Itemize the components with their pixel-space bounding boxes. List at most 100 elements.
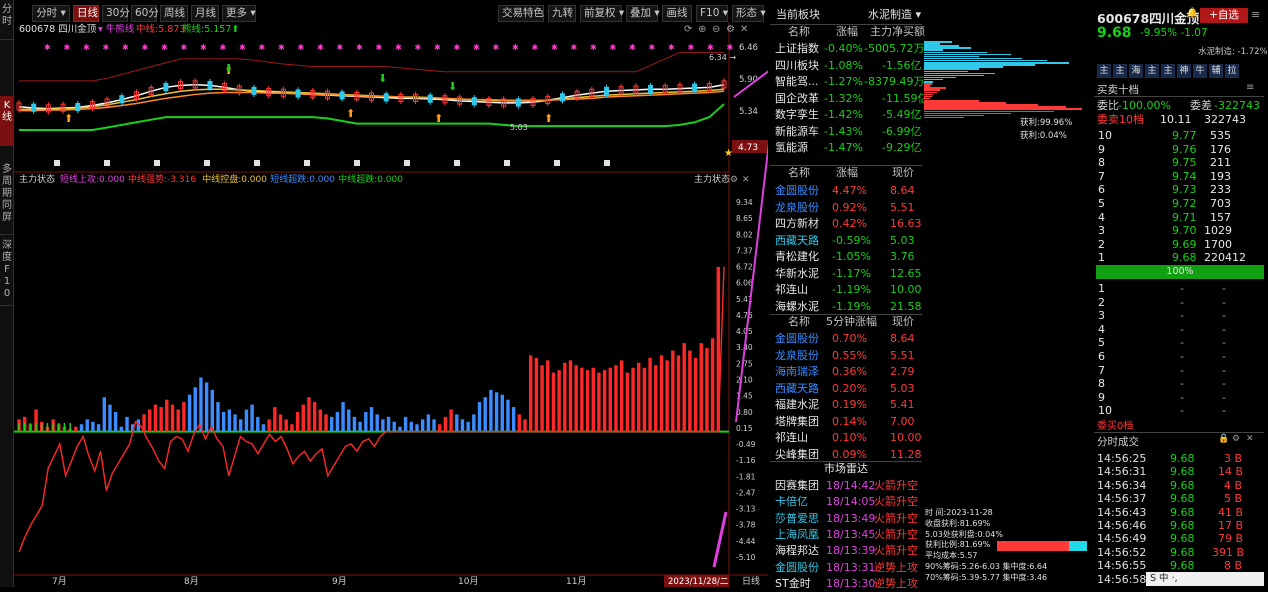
left-tab-0[interactable]: 分时 [0,0,14,40]
list2-row-price: 7.00 [890,414,915,428]
feature-tag-0[interactable]: 主 [1097,64,1111,78]
list2-row-pct: 0.10% [832,431,867,444]
chart-area[interactable]: 600678 四川金顶 ▾ 牛熊线 中线:5.873熊线:5.157⬆ ⟳ ⊕ ⊖ ⚙ ✕ ✱ ✱… [14,22,768,587]
industry-change: 水泥制造: -1.72% [1198,47,1268,57]
list2-row-name[interactable]: 海南瑞泽 [775,364,819,380]
radar-row-name[interactable]: 因赛集团 [775,478,819,494]
feature-tag-3[interactable]: 主 [1145,64,1159,78]
ticks-ctrl-icon-2[interactable]: ✕ [1246,434,1254,444]
feature-tag-8[interactable]: 拉 [1225,64,1239,78]
book-menu-icon[interactable]: ≡ [1246,82,1254,93]
profit-ratio-bar-rest [1069,541,1087,551]
period-tab-0[interactable]: 分时 ▾ [32,5,70,22]
list1-row-name[interactable]: 祁连山 [775,282,808,298]
feature-tag-2[interactable]: 海 [1129,64,1143,78]
signal-star: ✱ [239,43,246,52]
sector-row-name[interactable]: 上证指数 [775,41,819,57]
signal-square [454,160,460,166]
feature-tag-5[interactable]: 神 [1177,64,1191,78]
sector-row-pct: -1.42% [824,108,863,121]
period-tab-2[interactable]: 30分 [102,5,130,22]
tool-button-3[interactable]: 叠加 ▾ [626,5,660,22]
divider [1094,432,1264,433]
chart-ctrl-icon-0: ⟳ [684,24,693,35]
list2-row-name[interactable]: 龙泉股份 [775,348,819,364]
ticks-ctrl-icon-0[interactable]: 🔒 [1218,434,1229,444]
feature-tag-7[interactable]: 辅 [1209,64,1223,78]
list2-row-price: 10.00 [890,431,922,444]
radar-row-name[interactable]: 莎普爱思 [775,511,819,527]
upper-band-line [19,51,724,82]
menu-icon[interactable]: ≡ [1251,8,1260,21]
tool-button-6[interactable]: 形态 ▾ [732,5,766,22]
list2-row-name[interactable]: 金圆股份 [775,331,819,347]
tool-button-4[interactable]: 画线 [662,5,692,22]
signal-star: ✱ [707,43,714,52]
sector-row-name[interactable]: 新能源车 [775,124,819,140]
list2-row-price: 5.03 [890,381,915,395]
list1-row-name[interactable]: 青松建化 [775,249,819,265]
candle [692,83,698,92]
list1-row-name[interactable]: 华新水泥 [775,266,819,282]
osc-tick-label: 2.75 [736,359,753,368]
sector-dropdown[interactable]: 水泥制造 ▾ [868,7,921,23]
feature-tag-1[interactable]: 主 [1113,64,1127,78]
left-tab-1[interactable]: K线 [0,96,14,146]
sector-row-name[interactable]: 智能驾... [775,74,819,90]
list2-header: 5分钟涨幅 [826,315,877,328]
radar-row-time: 18/13:49 [826,511,876,525]
left-tab-2[interactable]: 多周期同屏 [0,160,14,235]
bid-row[interactable]: 1 9.68 220412 [1094,250,1264,265]
radar-row-name[interactable]: 卡倍亿 [775,494,808,510]
list2-header: 现价 [892,315,914,328]
tool-button-0[interactable]: 交易特色 ▾ [498,5,553,22]
radar-row-name[interactable]: ST金时 [775,576,811,592]
list2-row-name[interactable]: 西藏天路 [775,381,819,397]
tool-button-1[interactable]: 九转 [548,5,576,22]
feature-tag-6[interactable]: 牛 [1193,64,1207,78]
chip-info-line: 获利比例:81.69% [925,540,991,550]
osc-legend-0: 短线上攻:0.000 [60,173,125,185]
radar-row-name[interactable]: 上海凤凰 [775,527,819,543]
list1-row-name[interactable]: 四方新材 [775,216,819,232]
signal-star: ✱ [493,43,500,52]
signal-star: ✱ [551,43,558,52]
list2-row-name[interactable]: 塔牌集团 [775,414,819,430]
sector-row-pct: -1.43% [824,124,863,138]
feature-tag-4[interactable]: 主 [1161,64,1175,78]
period-tab-5[interactable]: 月线 [191,5,219,22]
signal-square [304,160,310,166]
ticks-ctrl-icon-1[interactable]: ⚙ [1232,434,1240,444]
period-tab-4[interactable]: 周线 [160,5,188,22]
sector-row-name[interactable]: 国企改革 [775,91,819,107]
list2-row-name[interactable]: 福建水泥 [775,397,819,413]
sector-header: 涨幅 [836,25,858,38]
list1-row-name[interactable]: 金圆股份 [775,183,819,199]
ime-toolbar[interactable]: S 中 ·, [1146,572,1264,586]
radar-row-name[interactable]: 海程邦达 [775,543,819,559]
bell-icon[interactable]: 🔔 [1186,8,1198,19]
period-tab-3[interactable]: 60分 [131,5,159,22]
sector-row-name[interactable]: 氢能源 [775,140,808,156]
period-tab-6[interactable]: 更多 ▾ [222,5,256,22]
radar-row-time: 18/14:42 [826,479,876,492]
tool-button-5[interactable]: F10 ▾ [696,5,728,22]
tool-button-2[interactable]: 前复权 ▾ [580,5,624,22]
osc-tick-label: 6.72 [736,263,753,272]
month-label: 10月 [458,576,478,587]
radar-row-name[interactable]: 金圆股份 [775,560,819,576]
sector-row-pct: -1.27% [824,75,863,88]
sector-row-name[interactable]: 四川板块 [775,58,819,74]
sector-row-name[interactable]: 数字孪生 [775,107,819,123]
list2-row-name[interactable]: 祁连山 [775,430,808,446]
left-tab-3[interactable]: 深度F10 [0,236,14,306]
list1-row-name[interactable]: 龙泉股份 [775,200,819,216]
period-tab-1[interactable]: 日线 [73,5,99,22]
list1-row-name[interactable]: 西藏天路 [775,233,819,249]
osc-legend-2: 中线控盘:0.000 [202,173,267,185]
list1-row-pct: -1.19% [832,299,871,313]
ticks-title: 分时成交 [1097,436,1139,448]
list1-row-name[interactable]: 海螺水泥 [775,299,819,315]
add-watchlist-button[interactable]: +自选 [1200,8,1248,23]
osc-ctrl-icon-0: ⚙ [730,175,738,185]
